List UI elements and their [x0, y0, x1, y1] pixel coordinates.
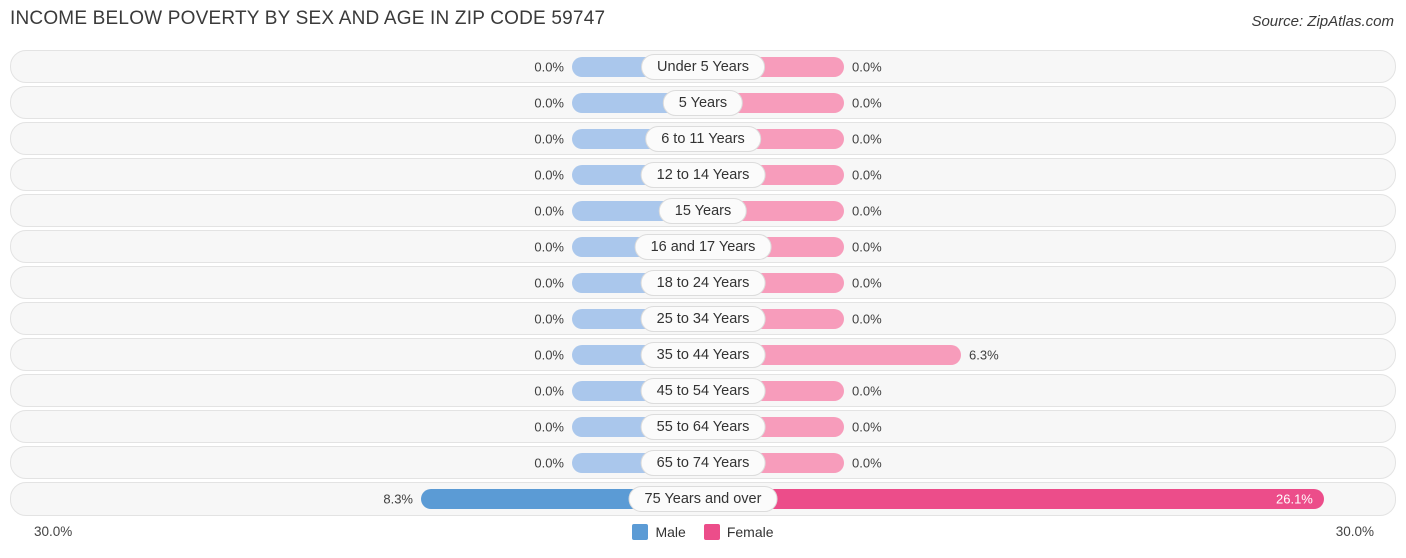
- diverging-bar-chart: 0.0% 0.0% Under 5 Years 0.0% 0.0% 5 Years 0.0%…: [10, 50, 1396, 520]
- male-value-label: 0.0%: [534, 131, 564, 146]
- age-group-label: 18 to 24 Years: [640, 269, 766, 296]
- female-value-label: 0.0%: [852, 419, 882, 434]
- table-row[interactable]: 0.0% 6.3% 35 to 44 Years: [10, 338, 1396, 371]
- age-group-label: 65 to 74 Years: [640, 449, 766, 476]
- male-value-label: 0.0%: [534, 95, 564, 110]
- age-group-label: 45 to 54 Years: [640, 377, 766, 404]
- table-row[interactable]: 0.0% 0.0% 65 to 74 Years: [10, 446, 1396, 479]
- legend-swatch-female-icon: [703, 524, 720, 540]
- age-group-label: 25 to 34 Years: [640, 305, 766, 332]
- female-value-label: 0.0%: [852, 167, 882, 182]
- female-bar: [704, 489, 1324, 509]
- table-row[interactable]: 0.0% 0.0% Under 5 Years: [10, 50, 1396, 83]
- female-value-label: 6.3%: [969, 347, 999, 362]
- male-value-label: 0.0%: [534, 419, 564, 434]
- table-row[interactable]: 0.0% 0.0% 55 to 64 Years: [10, 410, 1396, 443]
- table-row[interactable]: 0.0% 0.0% 25 to 34 Years: [10, 302, 1396, 335]
- legend-label-female: Female: [726, 524, 774, 540]
- male-value-label: 0.0%: [534, 311, 564, 326]
- age-group-label: 6 to 11 Years: [645, 125, 761, 152]
- male-value-label: 0.0%: [534, 59, 564, 74]
- table-row[interactable]: 0.0% 0.0% 12 to 14 Years: [10, 158, 1396, 191]
- age-group-label: 12 to 14 Years: [640, 161, 766, 188]
- table-row[interactable]: 0.0% 0.0% 6 to 11 Years: [10, 122, 1396, 155]
- legend: Male Female: [10, 524, 1396, 540]
- legend-label-male: Male: [655, 524, 686, 540]
- age-group-label: 35 to 44 Years: [640, 341, 766, 368]
- age-group-label: 75 Years and over: [628, 486, 778, 512]
- legend-item-male[interactable]: Male: [632, 524, 686, 540]
- female-value-label: 0.0%: [852, 239, 882, 254]
- legend-swatch-male-icon: [632, 524, 649, 540]
- table-row[interactable]: 8.3% 26.1% 75 Years and over: [10, 482, 1396, 516]
- axis-and-legend: 30.0% 30.0% Male Female: [10, 524, 1396, 546]
- female-value-label: 0.0%: [852, 203, 882, 218]
- male-value-label: 8.3%: [383, 491, 413, 507]
- female-value-label: 0.0%: [852, 95, 882, 110]
- male-value-label: 0.0%: [534, 203, 564, 218]
- table-row[interactable]: 0.0% 0.0% 45 to 54 Years: [10, 374, 1396, 407]
- age-group-label: 55 to 64 Years: [640, 413, 766, 440]
- male-value-label: 0.0%: [534, 383, 564, 398]
- male-value-label: 0.0%: [534, 275, 564, 290]
- female-value-label: 26.1%: [1276, 491, 1313, 507]
- female-value-label: 0.0%: [852, 383, 882, 398]
- age-group-label: 5 Years: [662, 89, 744, 116]
- male-value-label: 0.0%: [534, 455, 564, 470]
- table-row[interactable]: 0.0% 0.0% 16 and 17 Years: [10, 230, 1396, 263]
- legend-item-female[interactable]: Female: [703, 524, 774, 540]
- page-title: Income Below Poverty by Sex and Age in Z…: [10, 8, 606, 29]
- age-group-label: 15 Years: [658, 197, 748, 224]
- female-value-label: 0.0%: [852, 455, 882, 470]
- age-group-label: Under 5 Years: [641, 53, 765, 80]
- female-value-label: 0.0%: [852, 59, 882, 74]
- table-row[interactable]: 0.0% 0.0% 15 Years: [10, 194, 1396, 227]
- female-value-label: 0.0%: [852, 311, 882, 326]
- table-row[interactable]: 0.0% 0.0% 18 to 24 Years: [10, 266, 1396, 299]
- male-value-label: 0.0%: [534, 167, 564, 182]
- chart-page: Income Below Poverty by Sex and Age in Z…: [0, 0, 1406, 558]
- male-value-label: 0.0%: [534, 347, 564, 362]
- source-attribution: Source: ZipAtlas.com: [1251, 13, 1394, 30]
- age-group-label: 16 and 17 Years: [634, 233, 772, 260]
- female-value-label: 0.0%: [852, 131, 882, 146]
- male-value-label: 0.0%: [534, 239, 564, 254]
- female-value-label: 0.0%: [852, 275, 882, 290]
- table-row[interactable]: 0.0% 0.0% 5 Years: [10, 86, 1396, 119]
